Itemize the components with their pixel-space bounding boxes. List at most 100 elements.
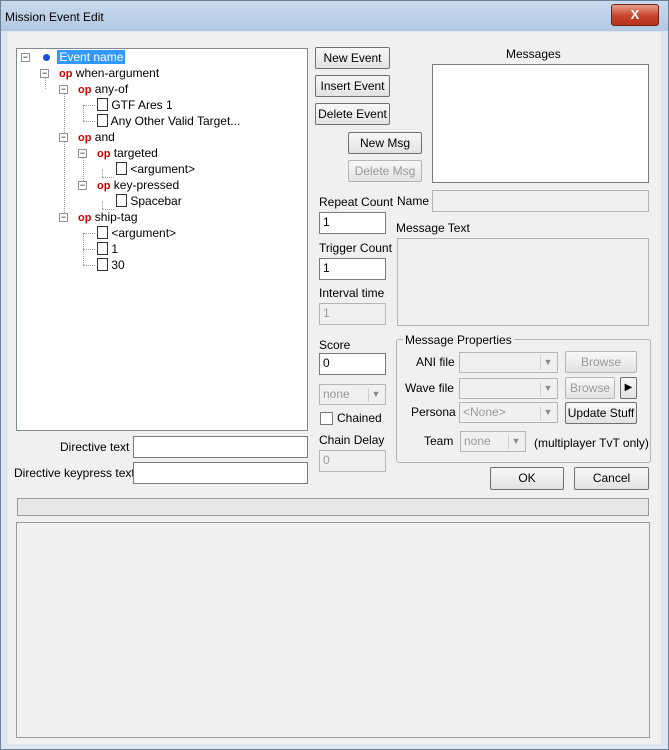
repeat-count-label: Repeat Count — [319, 195, 394, 209]
event-tree[interactable]: − Event name − op when-argument − op any… — [16, 48, 308, 431]
document-icon — [97, 98, 108, 112]
node-label: and — [94, 130, 115, 144]
directive-text-field[interactable] — [133, 436, 308, 458]
ani-file-select[interactable]: ▼ — [459, 352, 558, 373]
update-stuff-button[interactable]: Update Stuff — [565, 402, 637, 424]
directive-keypress-label: Directive keypress text — [14, 466, 135, 480]
tree-node-number[interactable]: 30 — [97, 257, 125, 273]
browse-ani-button[interactable]: Browse — [565, 351, 637, 373]
operator-icon: op — [59, 68, 73, 80]
message-text-field[interactable] — [397, 238, 649, 326]
message-name-field[interactable] — [432, 190, 649, 212]
collapse-icon[interactable]: − — [21, 53, 30, 62]
chained-label: Chained — [337, 411, 382, 425]
operator-icon: op — [78, 132, 92, 144]
tree-line — [102, 169, 103, 177]
directive-keypress-field[interactable] — [133, 462, 308, 484]
messages-list[interactable] — [432, 64, 649, 183]
delete-msg-button[interactable]: Delete Msg — [348, 160, 422, 182]
event-name-label: Event name — [57, 50, 126, 64]
node-label: GTF Ares 1 — [111, 98, 173, 112]
node-label: key-pressed — [113, 178, 180, 192]
tree-node-when-argument[interactable]: op when-argument — [59, 65, 159, 81]
tree-node-and[interactable]: op and — [78, 129, 115, 145]
interval-time-field[interactable]: 1 — [319, 303, 386, 325]
interval-time-label: Interval time — [319, 286, 385, 300]
close-button[interactable]: X — [611, 4, 659, 26]
tree-line — [64, 89, 65, 217]
wave-file-label: Wave file — [405, 381, 454, 395]
tree-line — [83, 105, 95, 106]
play-icon[interactable]: ▶ — [620, 377, 637, 399]
delete-event-button[interactable]: Delete Event — [315, 103, 390, 125]
directive-text-label: Directive text — [60, 440, 130, 454]
chevron-down-icon: ▼ — [540, 382, 555, 396]
multiplayer-note: (multiplayer TvT only) — [534, 436, 649, 450]
wave-file-select[interactable]: ▼ — [459, 378, 558, 399]
browse-wave-button[interactable]: Browse — [565, 377, 615, 399]
persona-value: <None> — [463, 405, 506, 419]
tree-node-ship-tag[interactable]: op ship-tag — [78, 209, 138, 225]
score-label: Score — [319, 338, 351, 352]
name-label: Name — [397, 194, 430, 208]
dialog-client-area: − Event name − op when-argument − op any… — [8, 32, 661, 744]
operator-icon: op — [97, 148, 111, 160]
document-icon — [116, 194, 127, 208]
tree-node-number[interactable]: 1 — [97, 241, 118, 257]
node-label: 1 — [111, 242, 119, 256]
chain-delay-field[interactable]: 0 — [319, 450, 386, 472]
tree-node-argument[interactable]: <argument> — [116, 161, 195, 177]
node-label: <argument> — [111, 226, 177, 240]
tree-line — [83, 233, 95, 234]
collapse-icon[interactable]: − — [59, 213, 68, 222]
trigger-count-field[interactable]: 1 — [319, 258, 386, 280]
tree-node-any-other[interactable]: Any Other Valid Target... — [97, 113, 240, 129]
node-label: ship-tag — [94, 210, 138, 224]
node-label: <argument> — [130, 162, 196, 176]
operator-icon: op — [97, 180, 111, 192]
operator-icon: op — [78, 212, 92, 224]
node-label: Any Other Valid Target... — [110, 114, 241, 128]
persona-select[interactable]: <None> ▼ — [459, 402, 558, 423]
tree-node-any-of[interactable]: op any-of — [78, 81, 128, 97]
ani-file-label: ANI file — [416, 355, 455, 369]
tree-line — [102, 201, 103, 209]
tree-node-spacebar[interactable]: Spacebar — [116, 193, 182, 209]
new-event-button[interactable]: New Event — [315, 47, 390, 69]
collapse-icon[interactable]: − — [59, 85, 68, 94]
ok-button[interactable]: OK — [490, 467, 564, 490]
node-label: targeted — [113, 146, 158, 160]
help-text-area[interactable] — [16, 522, 650, 738]
document-icon — [97, 258, 108, 272]
cancel-button[interactable]: Cancel — [574, 467, 649, 490]
title-bar[interactable]: Mission Event Edit X — [1, 1, 668, 31]
chained-checkbox[interactable] — [320, 412, 333, 425]
score-field[interactable]: 0 — [319, 353, 386, 375]
collapse-icon[interactable]: − — [40, 69, 49, 78]
chevron-down-icon: ▼ — [368, 388, 383, 402]
team-select[interactable]: none ▼ — [319, 384, 386, 405]
new-msg-button[interactable]: New Msg — [348, 132, 422, 154]
tree-node-argument[interactable]: <argument> — [97, 225, 176, 241]
chevron-down-icon: ▼ — [540, 356, 555, 370]
collapse-icon[interactable]: − — [59, 133, 68, 142]
tree-node-key-pressed[interactable]: op key-pressed — [97, 177, 179, 193]
repeat-count-field[interactable]: 1 — [319, 212, 386, 234]
operator-icon: op — [78, 84, 92, 96]
insert-event-button[interactable]: Insert Event — [315, 75, 390, 97]
collapse-icon[interactable]: − — [78, 149, 87, 158]
tree-line — [83, 105, 84, 121]
chevron-down-icon: ▼ — [508, 435, 523, 449]
team-select-message[interactable]: none ▼ — [460, 431, 526, 452]
collapse-icon[interactable]: − — [78, 181, 87, 190]
chain-delay-label: Chain Delay — [319, 433, 385, 447]
window-title: Mission Event Edit — [5, 10, 104, 24]
status-bar — [17, 498, 649, 516]
team-select-value: none — [323, 387, 350, 401]
tree-node-ship[interactable]: GTF Ares 1 — [97, 97, 173, 113]
team-label: Team — [424, 434, 454, 448]
tree-root-event[interactable]: Event name — [43, 49, 126, 65]
persona-label: Persona — [411, 405, 456, 419]
tree-node-targeted[interactable]: op targeted — [97, 145, 158, 161]
event-dot-icon — [43, 54, 50, 62]
